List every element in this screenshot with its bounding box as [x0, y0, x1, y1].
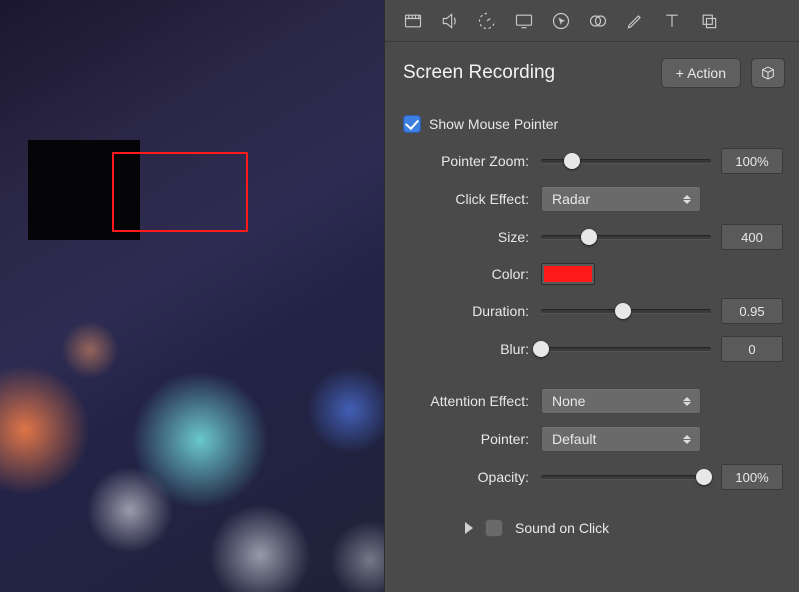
- display-tab-icon[interactable]: [514, 11, 534, 31]
- duration-value[interactable]: [721, 298, 783, 324]
- color-swatch-inner: [544, 266, 592, 282]
- blur-value[interactable]: [721, 336, 783, 362]
- attention-effect-select[interactable]: None: [541, 388, 701, 414]
- copy-tab-icon[interactable]: [699, 11, 719, 31]
- size-label: Size:: [385, 229, 541, 245]
- size-value[interactable]: [721, 224, 783, 250]
- blur-label: Blur:: [385, 341, 541, 357]
- text-tab-icon[interactable]: [662, 11, 682, 31]
- sound-disclosure-icon[interactable]: [465, 522, 473, 534]
- attention-effect-selected: None: [552, 393, 585, 409]
- show-mouse-checkbox[interactable]: [403, 115, 421, 133]
- video-tab-icon[interactable]: [403, 11, 423, 31]
- canvas-preview: [0, 0, 384, 592]
- opacity-slider[interactable]: [541, 467, 711, 487]
- chevron-updown-icon: [678, 427, 696, 451]
- click-effect-selected: Radar: [552, 191, 590, 207]
- click-effect-label: Click Effect:: [385, 191, 541, 207]
- blur-slider[interactable]: [541, 339, 711, 359]
- opacity-value[interactable]: [721, 464, 783, 490]
- attention-effect-label: Attention Effect:: [385, 393, 541, 409]
- size-slider[interactable]: [541, 227, 711, 247]
- pointer-selected: Default: [552, 431, 596, 447]
- click-effect-select[interactable]: Radar: [541, 186, 701, 212]
- add-action-button[interactable]: + Action: [661, 58, 741, 88]
- pointer-zoom-slider[interactable]: [541, 151, 711, 171]
- panel-title: Screen Recording: [403, 62, 651, 84]
- color-swatch[interactable]: [541, 263, 595, 285]
- timing-tab-icon[interactable]: [477, 11, 497, 31]
- show-mouse-label: Show Mouse Pointer: [421, 116, 558, 132]
- chevron-updown-icon: [678, 389, 696, 413]
- inspector-tab-bar: [385, 0, 799, 42]
- inspector-panel: Screen Recording + Action Show Mouse Poi…: [384, 0, 799, 592]
- chevron-updown-icon: [678, 187, 696, 211]
- pointer-select-label: Pointer:: [385, 431, 541, 447]
- opacity-label: Opacity:: [385, 469, 541, 485]
- annotate-tab-icon[interactable]: [625, 11, 645, 31]
- pointer-select[interactable]: Default: [541, 426, 701, 452]
- preview-red-rect: [112, 152, 248, 232]
- sound-on-click-checkbox[interactable]: [485, 519, 503, 537]
- gear-3d-button[interactable]: [751, 58, 785, 88]
- pointer-zoom-label: Pointer Zoom:: [385, 153, 541, 169]
- sound-on-click-label: Sound on Click: [515, 520, 609, 536]
- duration-label: Duration:: [385, 303, 541, 319]
- blend-tab-icon[interactable]: [588, 11, 608, 31]
- duration-slider[interactable]: [541, 301, 711, 321]
- pointer-zoom-value[interactable]: [721, 148, 783, 174]
- cursor-tab-icon[interactable]: [551, 11, 571, 31]
- color-label: Color:: [385, 266, 541, 282]
- audio-tab-icon[interactable]: [440, 11, 460, 31]
